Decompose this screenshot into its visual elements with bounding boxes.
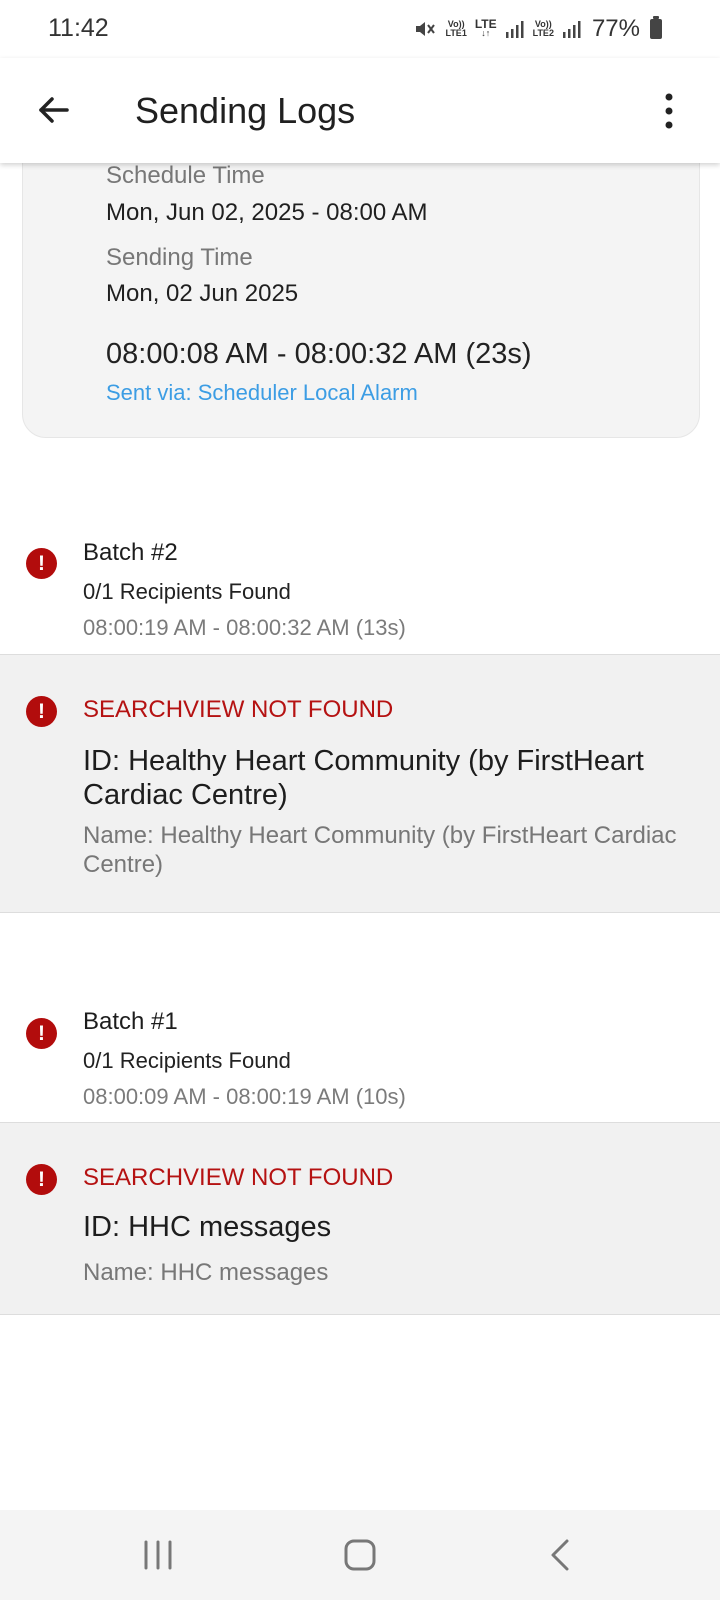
battery-percentage: 77%: [591, 15, 640, 42]
batch-time-range: 08:00:19 AM - 08:00:32 AM (13s): [83, 615, 406, 640]
error-icon: !: [26, 548, 57, 579]
schedule-time-label: Schedule Time: [106, 162, 265, 189]
error-icon: !: [26, 696, 57, 727]
lte-indicator: LTE ↓↑: [474, 17, 497, 38]
status-time: 11:42: [48, 14, 109, 42]
home-icon[interactable]: [337, 1532, 383, 1578]
error-title: SEARCHVIEW NOT FOUND: [83, 696, 394, 723]
batch-title: Batch #2: [83, 539, 178, 566]
batch-time-range: 08:00:09 AM - 08:00:19 AM (10s): [83, 1084, 406, 1109]
status-bar: 11:42 Vo)) LTE1 LTE ↓↑ Vo)) LTE2 77%: [0, 0, 720, 58]
more-options-icon[interactable]: [662, 92, 676, 130]
mute-icon: [416, 22, 436, 36]
signal-icon: [562, 21, 581, 38]
sent-via-link[interactable]: Sent via: Scheduler Local Alarm: [106, 380, 418, 406]
sending-time-label: Sending Time: [106, 244, 253, 271]
error-icon: !: [26, 1018, 57, 1049]
error-id: ID: Healthy Heart Community (by FirstHea…: [83, 745, 644, 811]
batch-row[interactable]: ! Batch #2 0/1 Recipients Found 08:00:19…: [0, 520, 720, 646]
error-id: ID: HHC messages: [83, 1211, 332, 1243]
error-icon: !: [26, 1164, 57, 1195]
back-arrow-icon[interactable]: [34, 91, 72, 129]
recipients-found: 0/1 Recipients Found: [83, 579, 291, 604]
error-title: SEARCHVIEW NOT FOUND: [83, 1164, 394, 1191]
error-name: Name: Healthy Heart Community (by FirstH…: [83, 822, 677, 878]
error-name: Name: HHC messages: [83, 1259, 329, 1286]
batch-title: Batch #1: [83, 1008, 178, 1035]
sim1-indicator: Vo)) LTE1: [445, 19, 467, 38]
recent-apps-icon[interactable]: [135, 1532, 181, 1578]
app-bar: Sending Logs: [0, 58, 720, 163]
batch-row[interactable]: ! Batch #1 0/1 Recipients Found 08:00:09…: [0, 988, 720, 1114]
sending-time-range: 08:00:08 AM - 08:00:32 AM (23s): [106, 338, 532, 370]
page-title: Sending Logs: [135, 90, 356, 131]
signal-icon: [505, 21, 524, 38]
schedule-time-value: Mon, Jun 02, 2025 - 08:00 AM: [106, 199, 428, 226]
error-row[interactable]: ! SEARCHVIEW NOT FOUND ID: Healthy Heart…: [0, 654, 720, 913]
recipients-found: 0/1 Recipients Found: [83, 1048, 291, 1073]
error-row[interactable]: ! SEARCHVIEW NOT FOUND ID: HHC messages …: [0, 1122, 720, 1315]
back-nav-icon[interactable]: [539, 1532, 585, 1578]
navigation-bar: [0, 1510, 720, 1600]
sending-date-value: Mon, 02 Jun 2025: [106, 280, 299, 307]
battery-icon: [650, 16, 662, 39]
sim2-indicator: Vo)) LTE2: [532, 19, 554, 38]
status-icons: Vo)) LTE1 LTE ↓↑ Vo)) LTE2 77%: [413, 15, 662, 43]
